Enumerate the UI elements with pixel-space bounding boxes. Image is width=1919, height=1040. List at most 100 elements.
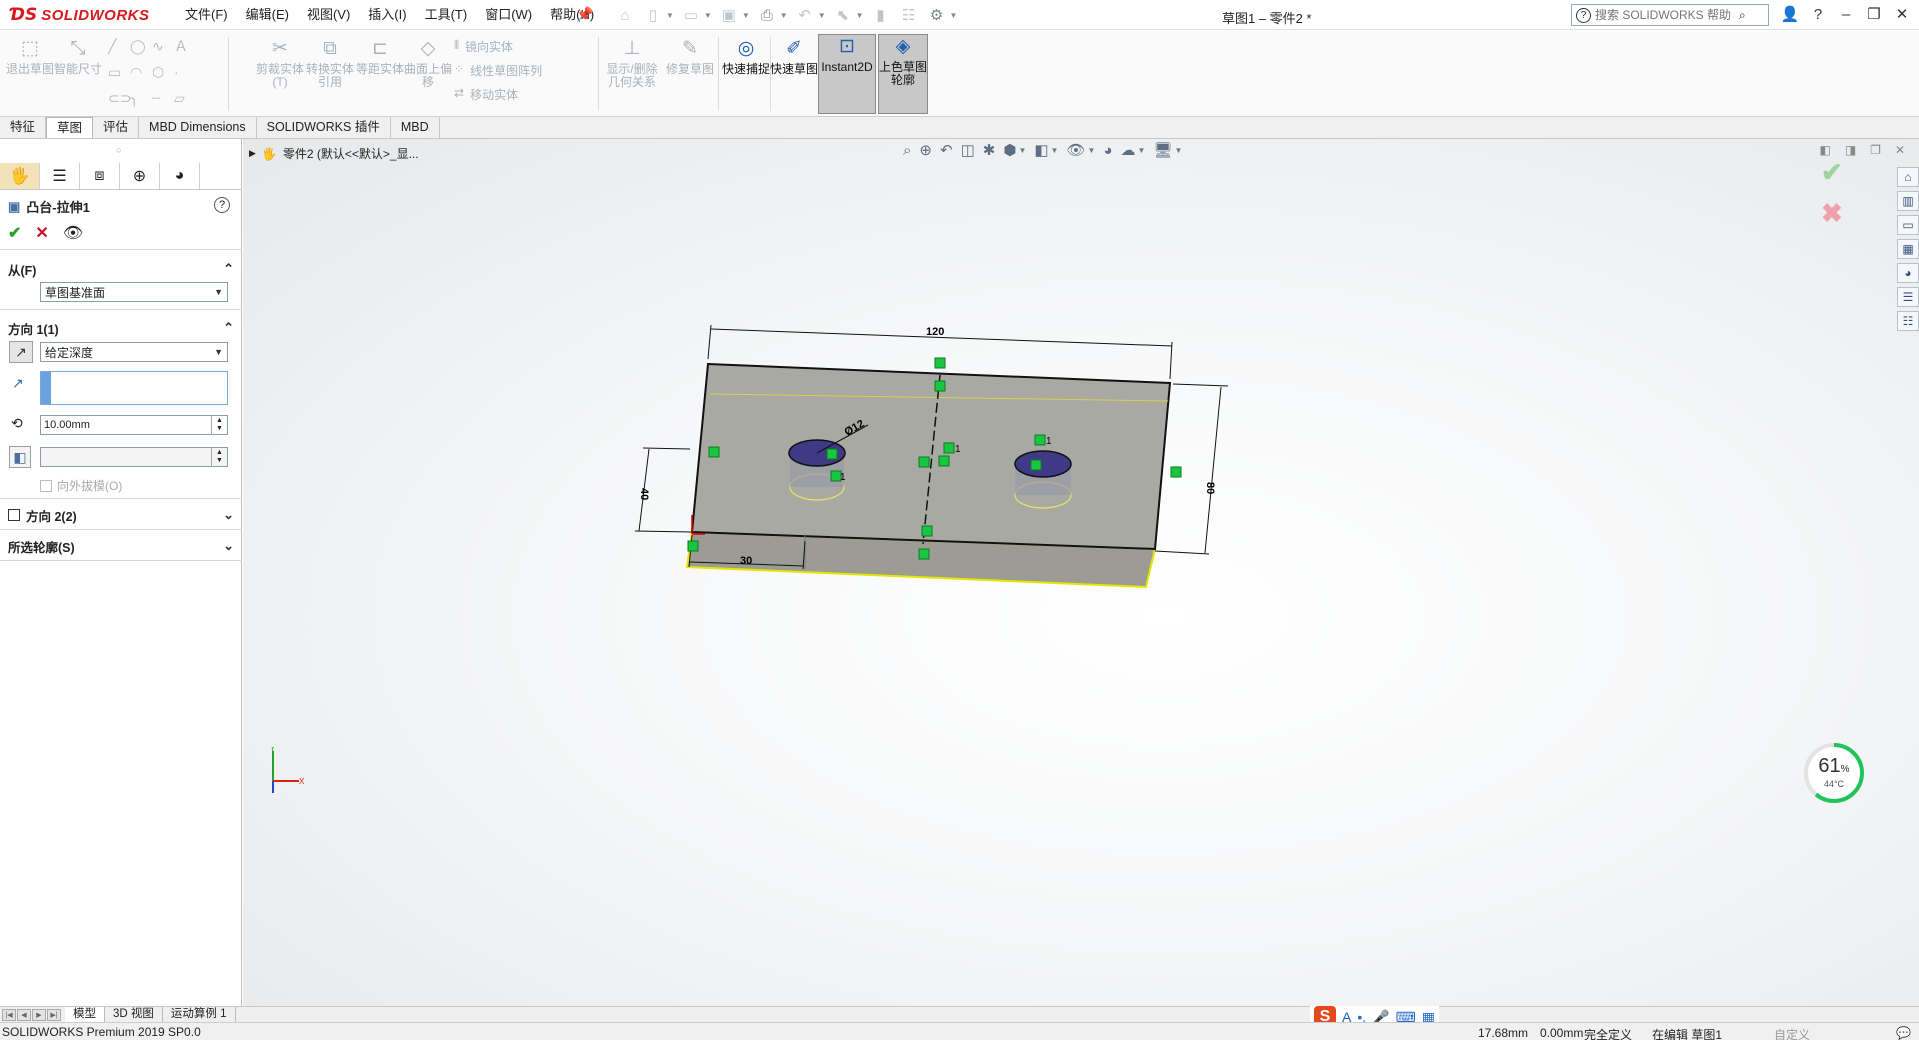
fillet-icon[interactable]: ╮ bbox=[130, 88, 152, 108]
offset-entities-button[interactable]: ⊏ 等距实体 bbox=[356, 37, 404, 76]
menu-insert[interactable]: 插入(I) bbox=[359, 6, 415, 24]
tab-mbd-dimensions[interactable]: MBD Dimensions bbox=[139, 117, 257, 138]
from-group-header[interactable]: 从(F) ⌃ bbox=[8, 259, 234, 279]
save-caret-icon[interactable]: ▼ bbox=[742, 11, 750, 20]
polygon-icon[interactable]: ⬡ bbox=[152, 62, 174, 82]
line-icon[interactable]: ╱ bbox=[108, 36, 130, 56]
help-menu-icon[interactable]: ? bbox=[1808, 4, 1828, 24]
chevron-down-icon[interactable]: ⌄ bbox=[223, 538, 234, 554]
from-select[interactable]: 草图基准面 ▼ bbox=[40, 282, 228, 302]
dim-vertical-offset-text[interactable]: 40 bbox=[638, 488, 650, 500]
menu-help[interactable]: 帮助(H) bbox=[541, 6, 603, 24]
menu-edit[interactable]: 编辑(E) bbox=[237, 6, 298, 24]
spin-buttons[interactable]: ▲ ▼ bbox=[211, 416, 227, 434]
direction2-checkbox[interactable] bbox=[8, 509, 20, 521]
slot-icon[interactable]: ⊂⊃ bbox=[108, 88, 131, 108]
dim-width-text[interactable]: 120 bbox=[926, 326, 944, 338]
selected-contours-group-header[interactable]: 所选轮廓(S) ⌄ bbox=[8, 536, 234, 556]
pin-icon[interactable]: 📌 bbox=[576, 6, 593, 23]
reverse-direction-icon[interactable]: ↗ bbox=[9, 341, 33, 363]
menu-file[interactable]: 文件(F) bbox=[176, 6, 237, 24]
point-icon[interactable]: · bbox=[174, 62, 196, 82]
prev-tab-icon[interactable]: ◀ bbox=[17, 1008, 31, 1021]
ok-check-icon[interactable]: ✔ bbox=[8, 223, 21, 243]
rectangle-icon[interactable]: ▭ bbox=[108, 62, 130, 82]
linear-pattern-item[interactable]: ⁘ 线性草图阵列 bbox=[454, 62, 542, 79]
draft-on-off-icon[interactable]: ◧ bbox=[9, 446, 31, 468]
direction1-group-header[interactable]: 方向 1(1) ⌃ bbox=[8, 318, 234, 338]
restore-button[interactable]: ❐ bbox=[1864, 4, 1884, 24]
undo-caret-icon[interactable]: ▼ bbox=[818, 11, 826, 20]
centerline-icon[interactable]: ┄ bbox=[152, 88, 174, 108]
feature-manager-tab-icon[interactable]: 🖐 bbox=[0, 163, 40, 189]
minimize-button[interactable]: – bbox=[1836, 4, 1856, 24]
spline-icon[interactable]: ∿ bbox=[152, 36, 174, 56]
sketch-model-viewport[interactable]: 120 80 Ø12 30 40 1 1 1 bbox=[243, 139, 1919, 1006]
preview-eye-icon[interactable]: 👁 bbox=[63, 223, 83, 243]
close-button[interactable]: ✕ bbox=[1892, 4, 1912, 24]
sketch-rectangle-face[interactable] bbox=[690, 362, 1172, 551]
display-relations-button[interactable]: ⊥ 显示/删除几何关系 bbox=[604, 37, 660, 89]
tab-mbd[interactable]: MBD bbox=[391, 117, 440, 138]
open-caret-icon[interactable]: ▼ bbox=[704, 11, 712, 20]
spin-buttons[interactable]: ▲ ▼ bbox=[211, 448, 227, 466]
solidworks-logo[interactable]: ƊS SOLIDWORKS bbox=[10, 3, 150, 27]
help-search-input[interactable] bbox=[1595, 8, 1735, 22]
trim-entities-button[interactable]: ✂ 剪裁实体(T) bbox=[256, 37, 304, 89]
cancel-x-icon[interactable]: ✕ bbox=[35, 223, 48, 243]
mirror-entities-item[interactable]: ⫴ 镜向实体 bbox=[454, 38, 542, 55]
system-monitor-gauge[interactable]: 61% 44°C bbox=[1802, 741, 1866, 805]
circle-icon[interactable]: ◯ bbox=[130, 36, 152, 56]
new-caret-icon[interactable]: ▼ bbox=[666, 11, 674, 20]
chat-icon[interactable]: 💬 bbox=[1896, 1026, 1911, 1040]
rebuild-icon[interactable]: ▮ bbox=[870, 5, 892, 25]
menu-window[interactable]: 窗口(W) bbox=[476, 6, 541, 24]
chevron-up-icon[interactable]: ⌃ bbox=[223, 320, 234, 336]
smart-dimension-button[interactable]: ⤡ 智能尺寸 bbox=[54, 37, 102, 76]
print-caret-icon[interactable]: ▼ bbox=[780, 11, 788, 20]
exit-sketch-button[interactable]: ⬚ 退出草图 bbox=[6, 37, 54, 76]
dimxpert-manager-tab-icon[interactable]: ⊕ bbox=[120, 163, 160, 189]
open-icon[interactable]: ▭ bbox=[680, 5, 702, 25]
tab-features[interactable]: 特征 bbox=[0, 117, 47, 138]
panel-grip-icon[interactable]: ○ bbox=[116, 145, 121, 155]
help-search-box[interactable]: ? ⌕ bbox=[1571, 4, 1769, 26]
options-caret-icon[interactable]: ▼ bbox=[950, 11, 958, 20]
property-manager-tab-icon[interactable]: ☰ bbox=[40, 163, 80, 189]
home-icon[interactable]: ⌂ bbox=[614, 5, 636, 25]
draft-outward-checkbox[interactable]: 向外拔模(O) bbox=[40, 477, 122, 494]
repair-sketch-button[interactable]: ✎ 修复草图 bbox=[666, 37, 714, 76]
new-document-icon[interactable]: ▯ bbox=[642, 5, 664, 25]
chevron-up-icon[interactable]: ⌃ bbox=[223, 261, 234, 277]
file-properties-icon[interactable]: ☷ bbox=[898, 5, 920, 25]
shaded-sketch-contours-button[interactable]: ◈ 上色草图轮廓 bbox=[878, 34, 928, 114]
tab-3d-views[interactable]: 3D 视图 bbox=[105, 1007, 163, 1022]
next-tab-icon[interactable]: ▶ bbox=[32, 1008, 46, 1021]
select-icon[interactable]: ⬉ bbox=[832, 5, 854, 25]
tab-solidworks-addins[interactable]: SOLIDWORKS 插件 bbox=[257, 117, 391, 138]
end-condition-select[interactable]: 给定深度 ▼ bbox=[40, 342, 228, 362]
menu-view[interactable]: 视图(V) bbox=[298, 6, 359, 24]
text-icon[interactable]: Ａ bbox=[174, 36, 196, 56]
tab-model[interactable]: 模型 bbox=[65, 1007, 105, 1022]
convert-entities-button[interactable]: ⧉ 转换实体引用 bbox=[306, 37, 354, 89]
search-icon[interactable]: ⌕ bbox=[1739, 8, 1746, 23]
first-tab-icon[interactable]: |◀ bbox=[2, 1008, 16, 1021]
undo-icon[interactable]: ↶ bbox=[794, 5, 816, 25]
configuration-manager-tab-icon[interactable]: ⧈ bbox=[80, 163, 120, 189]
hole-2-circle[interactable] bbox=[1014, 450, 1072, 478]
menu-tools[interactable]: 工具(T) bbox=[416, 6, 477, 24]
direction-selection-box[interactable] bbox=[40, 371, 228, 405]
depth-spin-box[interactable]: 10.00mm ▲ ▼ bbox=[40, 415, 228, 435]
dim-height-text[interactable]: 80 bbox=[1204, 482, 1216, 494]
help-icon[interactable]: ? bbox=[214, 197, 230, 213]
direction2-group-header[interactable]: 方向 2(2) ⌄ bbox=[8, 505, 234, 525]
chevron-down-icon[interactable]: ⌄ bbox=[223, 507, 234, 523]
last-tab-icon[interactable]: ▶| bbox=[47, 1008, 61, 1021]
offset-on-surface-button[interactable]: ◇ 曲面上偏移 bbox=[404, 37, 452, 89]
instant2d-button[interactable]: ⊡ Instant2D bbox=[818, 34, 876, 114]
draft-angle-spin-box[interactable]: ▲ ▼ bbox=[40, 447, 228, 467]
select-caret-icon[interactable]: ▼ bbox=[856, 11, 864, 20]
tab-motion-study[interactable]: 运动算例 1 bbox=[163, 1007, 236, 1022]
display-manager-tab-icon[interactable]: ◕ bbox=[160, 163, 200, 189]
